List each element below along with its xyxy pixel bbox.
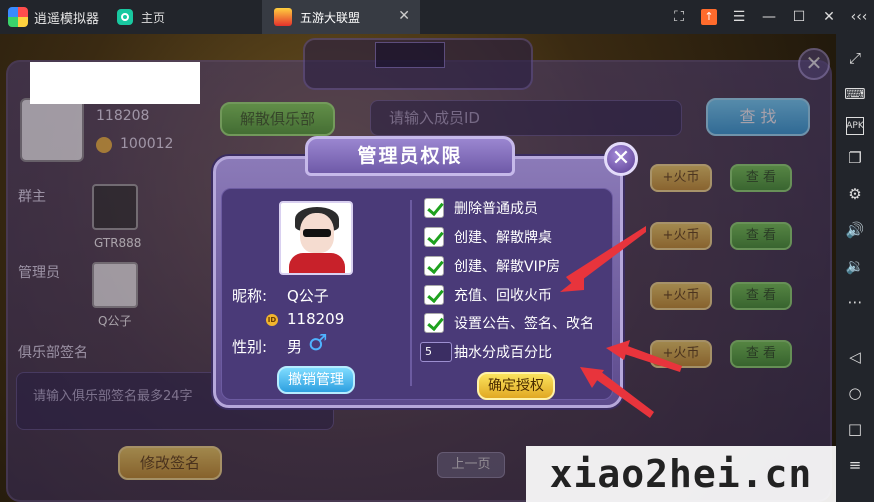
member-avatar — [279, 201, 353, 275]
permission-label: 充值、回收火币 — [454, 288, 552, 304]
sign-heading: 俱乐部签名 — [18, 345, 88, 361]
watermark: xiao2hei.cn — [526, 446, 836, 502]
gender-value: 男 — [287, 338, 303, 356]
club-id-icon — [96, 137, 112, 153]
permission-label: 删除普通成员 — [454, 201, 538, 217]
club-close-icon[interactable]: ✕ — [798, 48, 830, 80]
permission-row[interactable]: 删除普通成员 — [424, 196, 538, 220]
permission-checkbox[interactable] — [424, 198, 444, 218]
fullscreen-icon[interactable]: ⛶ — [664, 9, 694, 25]
commission-row: 5 抽水分成百分比 — [420, 340, 552, 364]
update-icon[interactable]: ↑ — [701, 9, 717, 25]
prev-page-button[interactable]: 上一页 — [437, 452, 505, 478]
confirm-grant-button[interactable]: 确定授权 — [477, 372, 555, 400]
club-header-icon — [375, 42, 445, 68]
tab-home-label: 主页 — [141, 10, 166, 25]
avatar-glasses — [303, 229, 331, 237]
emulator-sidebar: ⤢ ⌨ APK ❐ ⚙ 🔊 🔉 ⋯ ◁ ○ □ ≡ — [836, 34, 874, 502]
window-controls: ⛶ ↑ ☰ — ☐ ✕ ‹‹‹ — [664, 0, 874, 34]
male-icon: ♂ — [308, 331, 328, 356]
admin-name: Q公子 — [98, 314, 132, 328]
permission-checkbox[interactable] — [424, 313, 444, 333]
permission-checkbox[interactable] — [424, 285, 444, 305]
search-button[interactable]: 查 找 — [706, 98, 810, 136]
club-avatar — [20, 98, 84, 162]
expand-icon[interactable]: ⤢ — [842, 45, 868, 71]
admin-avatar — [92, 262, 138, 308]
permission-checkbox[interactable] — [424, 256, 444, 276]
permission-label: 创建、解散VIP房 — [454, 259, 561, 275]
tab-close-icon[interactable]: ✕ — [398, 8, 410, 24]
nickname-label: 昵称: — [232, 287, 268, 305]
dialog-close-icon[interactable]: ✕ — [604, 142, 638, 176]
minimize-icon[interactable]: — — [754, 9, 784, 25]
maximize-icon[interactable]: ☐ — [784, 9, 814, 25]
app-logo-icon — [8, 7, 28, 27]
commission-label: 抽水分成百分比 — [454, 345, 552, 361]
add-coin-button[interactable]: +火币 — [650, 340, 712, 368]
commission-percent-input[interactable]: 5 — [420, 342, 452, 362]
home-icon[interactable]: ○ — [842, 380, 868, 406]
app-name: 逍遥模拟器 — [34, 11, 100, 27]
redaction-box — [30, 62, 200, 104]
view-button[interactable]: 查 看 — [730, 164, 792, 192]
tab-game[interactable]: 五游大联盟 ✕ — [262, 0, 420, 34]
permission-row[interactable]: 创建、解散牌桌 — [424, 225, 552, 249]
club-id: 100012 — [120, 136, 174, 152]
permission-row[interactable]: 创建、解散VIP房 — [424, 254, 560, 278]
member-id: 118209 — [287, 310, 345, 328]
keyboard-icon[interactable]: ⌨ — [842, 81, 868, 107]
menu-icon[interactable]: ☰ — [724, 9, 754, 25]
owner-name: GTR888 — [94, 236, 142, 250]
dissolve-club-button[interactable]: 解散俱乐部 — [220, 102, 335, 136]
menu-icon[interactable]: ≡ — [842, 452, 868, 478]
id-icon: ID — [266, 314, 278, 326]
dialog-divider — [410, 200, 412, 386]
gender-label: 性别: — [232, 338, 268, 356]
permission-label: 创建、解散牌桌 — [454, 230, 552, 246]
add-coin-button[interactable]: +火币 — [650, 222, 712, 250]
owner-avatar — [92, 184, 138, 230]
tab-home[interactable]: 主页 — [117, 9, 165, 26]
multi-window-icon[interactable]: ❐ — [842, 145, 868, 171]
owner-heading: 群主 — [18, 189, 46, 205]
admin-heading: 管理员 — [18, 265, 60, 281]
emulator-titlebar: 逍遥模拟器 主页 五游大联盟 ✕ ⛶ ↑ ☰ — ☐ ✕ ‹‹‹ — [0, 0, 874, 34]
game-tab-icon — [274, 8, 292, 26]
tab-game-label: 五游大联盟 — [300, 10, 361, 25]
revoke-admin-button[interactable]: 撤销管理 — [277, 366, 355, 394]
nickname-value: Q公子 — [287, 287, 329, 305]
club-number: 118208 — [96, 108, 150, 124]
view-button[interactable]: 查 看 — [730, 340, 792, 368]
avatar-shirt — [289, 253, 345, 273]
permission-checkbox[interactable] — [424, 227, 444, 247]
member-search-input[interactable]: 请输入成员ID — [370, 100, 682, 136]
add-coin-button[interactable]: +火币 — [650, 164, 712, 192]
add-coin-button[interactable]: +火币 — [650, 282, 712, 310]
back-icon[interactable]: ◁ — [842, 344, 868, 370]
view-button[interactable]: 查 看 — [730, 222, 792, 250]
permission-label: 设置公告、签名、改名 — [454, 316, 594, 332]
recents-icon[interactable]: □ — [842, 416, 868, 442]
home-tab-icon — [117, 9, 134, 25]
view-button[interactable]: 查 看 — [730, 282, 792, 310]
modify-sign-button[interactable]: 修改签名 — [118, 446, 222, 480]
permission-row[interactable]: 设置公告、签名、改名 — [424, 311, 594, 335]
permission-row[interactable]: 充值、回收火币 — [424, 283, 552, 307]
close-icon[interactable]: ✕ — [814, 9, 844, 25]
collapse-icon[interactable]: ‹‹‹ — [844, 9, 874, 25]
settings-icon[interactable]: ⚙ — [842, 181, 868, 207]
dialog-title: 管理员权限 — [305, 136, 515, 176]
apk-icon[interactable]: APK — [846, 117, 864, 135]
more-icon[interactable]: ⋯ — [842, 289, 868, 315]
volume-down-icon[interactable]: 🔉 — [842, 253, 868, 279]
volume-up-icon[interactable]: 🔊 — [842, 217, 868, 243]
